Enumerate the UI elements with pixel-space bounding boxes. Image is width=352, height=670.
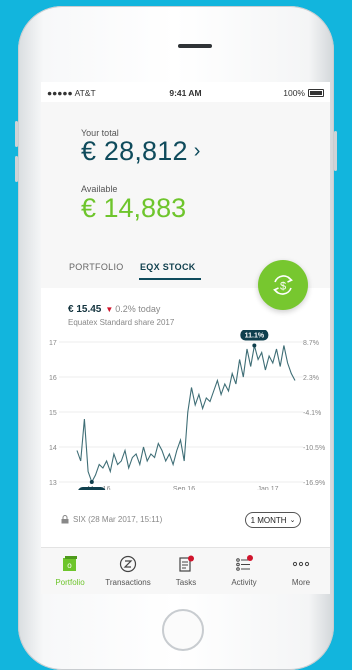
chevron-right-icon: › <box>193 140 201 162</box>
x-tick-label: Jan 17 <box>257 486 278 490</box>
y-tick-label-right: 2.3% <box>303 375 319 382</box>
stock-header: € 15.45 ▼ 0.2% today <box>68 304 160 315</box>
status-bar: ●●●●● AT&T 9:41 AM 100% <box>41 82 330 102</box>
stock-subtitle: Equatex Standard share 2017 <box>68 318 175 327</box>
tabbar-label-tasks: Tasks <box>175 578 197 587</box>
earpiece-speaker <box>178 44 212 48</box>
tabbar-item-activity[interactable]: Activity <box>215 552 273 587</box>
y-tick-label-left: 17 <box>49 340 57 347</box>
tabbar-label-transactions: Transactions <box>105 578 151 587</box>
stock-change: 0.2% today <box>115 304 161 314</box>
chevron-down-icon: ⌄ <box>289 517 296 524</box>
y-tick-label-left: 13 <box>49 480 57 487</box>
lock-icon <box>61 515 69 524</box>
battery-percent: 100% <box>283 88 305 98</box>
active-tab-indicator <box>139 278 201 280</box>
app-screen: ●●●●● AT&T 9:41 AM 100% Your total € 28,… <box>41 82 330 594</box>
stock-chart[interactable]: 178.7%162.3%15-4.1%14-10.5%13-16.9%May 1… <box>41 330 330 490</box>
max-label: 11.1% <box>245 333 265 340</box>
more-icon <box>292 561 310 567</box>
power-button <box>334 131 337 171</box>
volume-down-button <box>15 156 18 182</box>
battery-icon <box>308 89 324 97</box>
tabbar-label-portfolio: Portfolio <box>55 578 85 587</box>
y-tick-label-left: 16 <box>49 375 57 382</box>
tabbar-item-more[interactable]: More <box>272 552 330 587</box>
x-tick-label: Sep 16 <box>173 486 195 490</box>
currency-exchange-icon: $ <box>273 275 293 295</box>
data-source-row: SIX (28 Mar 2017, 15:11) <box>61 515 162 524</box>
tabbar-label-activity: Activity <box>231 578 257 587</box>
tabbar-item-transactions[interactable]: Transactions <box>99 552 157 587</box>
y-tick-label-right: 8.7% <box>303 340 319 347</box>
notification-badge <box>188 555 194 562</box>
svg-text:$: $ <box>280 281 286 293</box>
svg-text:o: o <box>67 561 72 570</box>
total-value[interactable]: € 28,812 › <box>81 136 201 167</box>
portfolio-icon: o <box>63 556 77 571</box>
available-value: € 14,883 <box>81 193 187 223</box>
home-button[interactable] <box>162 609 204 651</box>
down-arrow-icon: ▼ <box>105 305 114 314</box>
data-source-label: SIX (28 Mar 2017, 15:11) <box>73 515 163 524</box>
volume-up-button <box>15 121 18 147</box>
tabbar-item-tasks[interactable]: Tasks <box>157 552 215 587</box>
tabbar-label-more: More <box>291 578 311 587</box>
transactions-icon <box>119 555 137 573</box>
battery-status: 100% <box>283 88 324 98</box>
tasks-icon <box>179 555 194 572</box>
y-tick-label-left: 15 <box>49 410 57 417</box>
bottom-tab-bar: o Portfolio Transactions Tasks Activity … <box>41 547 330 594</box>
y-tick-label-right: -4.1% <box>303 410 321 417</box>
min-point <box>89 480 94 484</box>
stock-price: € 15.45 <box>68 304 102 315</box>
y-tick-label-right: -16.9% <box>303 480 325 487</box>
period-label: 1 MONTH <box>250 515 287 525</box>
tab-portfolio[interactable]: PORTFOLIO <box>69 262 124 272</box>
activity-icon <box>236 555 253 571</box>
total-amount: € 28,812 <box>81 136 188 166</box>
y-tick-label-right: -10.5% <box>303 445 325 452</box>
tab-eqx-stock[interactable]: EQX STOCK <box>140 262 196 272</box>
max-point <box>252 343 257 348</box>
y-tick-label-left: 14 <box>49 445 57 452</box>
tabbar-item-portfolio[interactable]: o Portfolio <box>41 552 99 587</box>
price-line <box>76 345 296 484</box>
period-selector[interactable]: 1 MONTH ⌄ <box>245 512 301 528</box>
exchange-fab-button[interactable]: $ <box>258 260 308 310</box>
